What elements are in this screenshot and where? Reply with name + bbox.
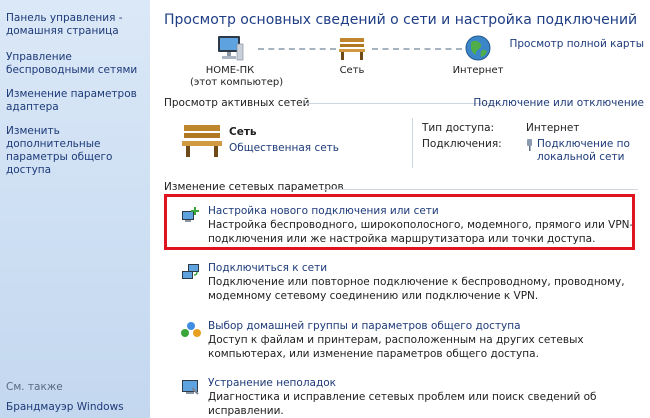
left-nav-pane: Панель управления - домашняя страница Уп… <box>0 0 150 418</box>
task-description: Доступ к файлам и принтерам, расположенн… <box>208 334 584 360</box>
divider <box>322 189 638 190</box>
network-type-link[interactable]: Общественная сеть <box>229 142 339 154</box>
bench-icon <box>182 125 222 157</box>
map-node-internet[interactable]: Интернет <box>448 34 508 77</box>
computer-icon <box>218 36 244 61</box>
connect-network-icon <box>182 264 199 279</box>
task-troubleshoot: Устранение неполадок Диагностика и испра… <box>180 377 640 417</box>
see-also-heading: См. также <box>6 381 63 393</box>
network-map: HOME-ПК (этот компьютер) Сеть Интернет <box>180 34 510 94</box>
divider <box>305 103 501 104</box>
active-network-name: Сеть <box>229 126 257 138</box>
troubleshoot-icon <box>182 380 199 395</box>
divider <box>412 118 413 168</box>
troubleshoot-link[interactable]: Устранение неполадок <box>208 377 336 389</box>
task-description: Подключение или повторное подключение к … <box>208 276 625 302</box>
task-description: Диагностика и исправление сетевых пробле… <box>208 391 597 417</box>
computer-name: HOME-ПК <box>205 65 255 76</box>
task-connect-network: Подключиться к сети Подключение или повт… <box>180 262 640 302</box>
homegroup-sharing-link[interactable]: Выбор домашней группы и параметров общег… <box>208 320 521 332</box>
main-content: Просмотр основных сведений о сети и наст… <box>150 0 650 418</box>
access-type-label: Тип доступа: <box>422 122 495 134</box>
globe-icon <box>465 35 491 61</box>
connections-label: Подключения: <box>422 138 502 150</box>
task-homegroup: Выбор домашней группы и параметров общег… <box>180 320 640 360</box>
active-networks-heading: Просмотр активных сетей <box>164 97 310 109</box>
full-map-link[interactable]: Просмотр полной карты <box>509 38 644 50</box>
control-panel-home-link[interactable]: Панель управления - домашняя страница <box>6 12 144 38</box>
page-title: Просмотр основных сведений о сети и наст… <box>164 12 638 28</box>
map-node-network[interactable]: Сеть <box>332 34 372 77</box>
connect-to-network-link[interactable]: Подключиться к сети <box>208 262 327 274</box>
network-cable-icon <box>527 139 532 151</box>
computer-sub: (этот компьютер) <box>190 77 284 88</box>
connect-disconnect-link[interactable]: Подключение или отключение <box>473 97 644 109</box>
homegroup-icon <box>181 322 201 337</box>
bench-icon <box>339 38 365 60</box>
windows-firewall-link[interactable]: Брандмауэр Windows <box>6 401 124 413</box>
map-node-computer[interactable]: HOME-ПК (этот компьютер) <box>190 34 284 89</box>
change-settings-heading: Изменение сетевых параметров <box>164 181 344 193</box>
access-type-value: Интернет <box>526 122 580 134</box>
local-connection-link[interactable]: Подключение по локальной сети <box>526 138 637 163</box>
map-network-label: Сеть <box>339 65 365 76</box>
highlight-frame <box>164 194 635 250</box>
sidebar-item-advanced-sharing[interactable]: Изменить дополнительные параметры общего… <box>6 125 144 177</box>
sidebar-item-adapter-settings[interactable]: Изменение параметров адаптера <box>6 88 144 114</box>
sidebar-item-manage-wireless[interactable]: Управление беспроводными сетями <box>6 51 144 77</box>
map-link-line <box>258 48 336 50</box>
connections-value: Подключение по локальной сети <box>537 138 630 163</box>
map-internet-label: Интернет <box>452 65 504 76</box>
